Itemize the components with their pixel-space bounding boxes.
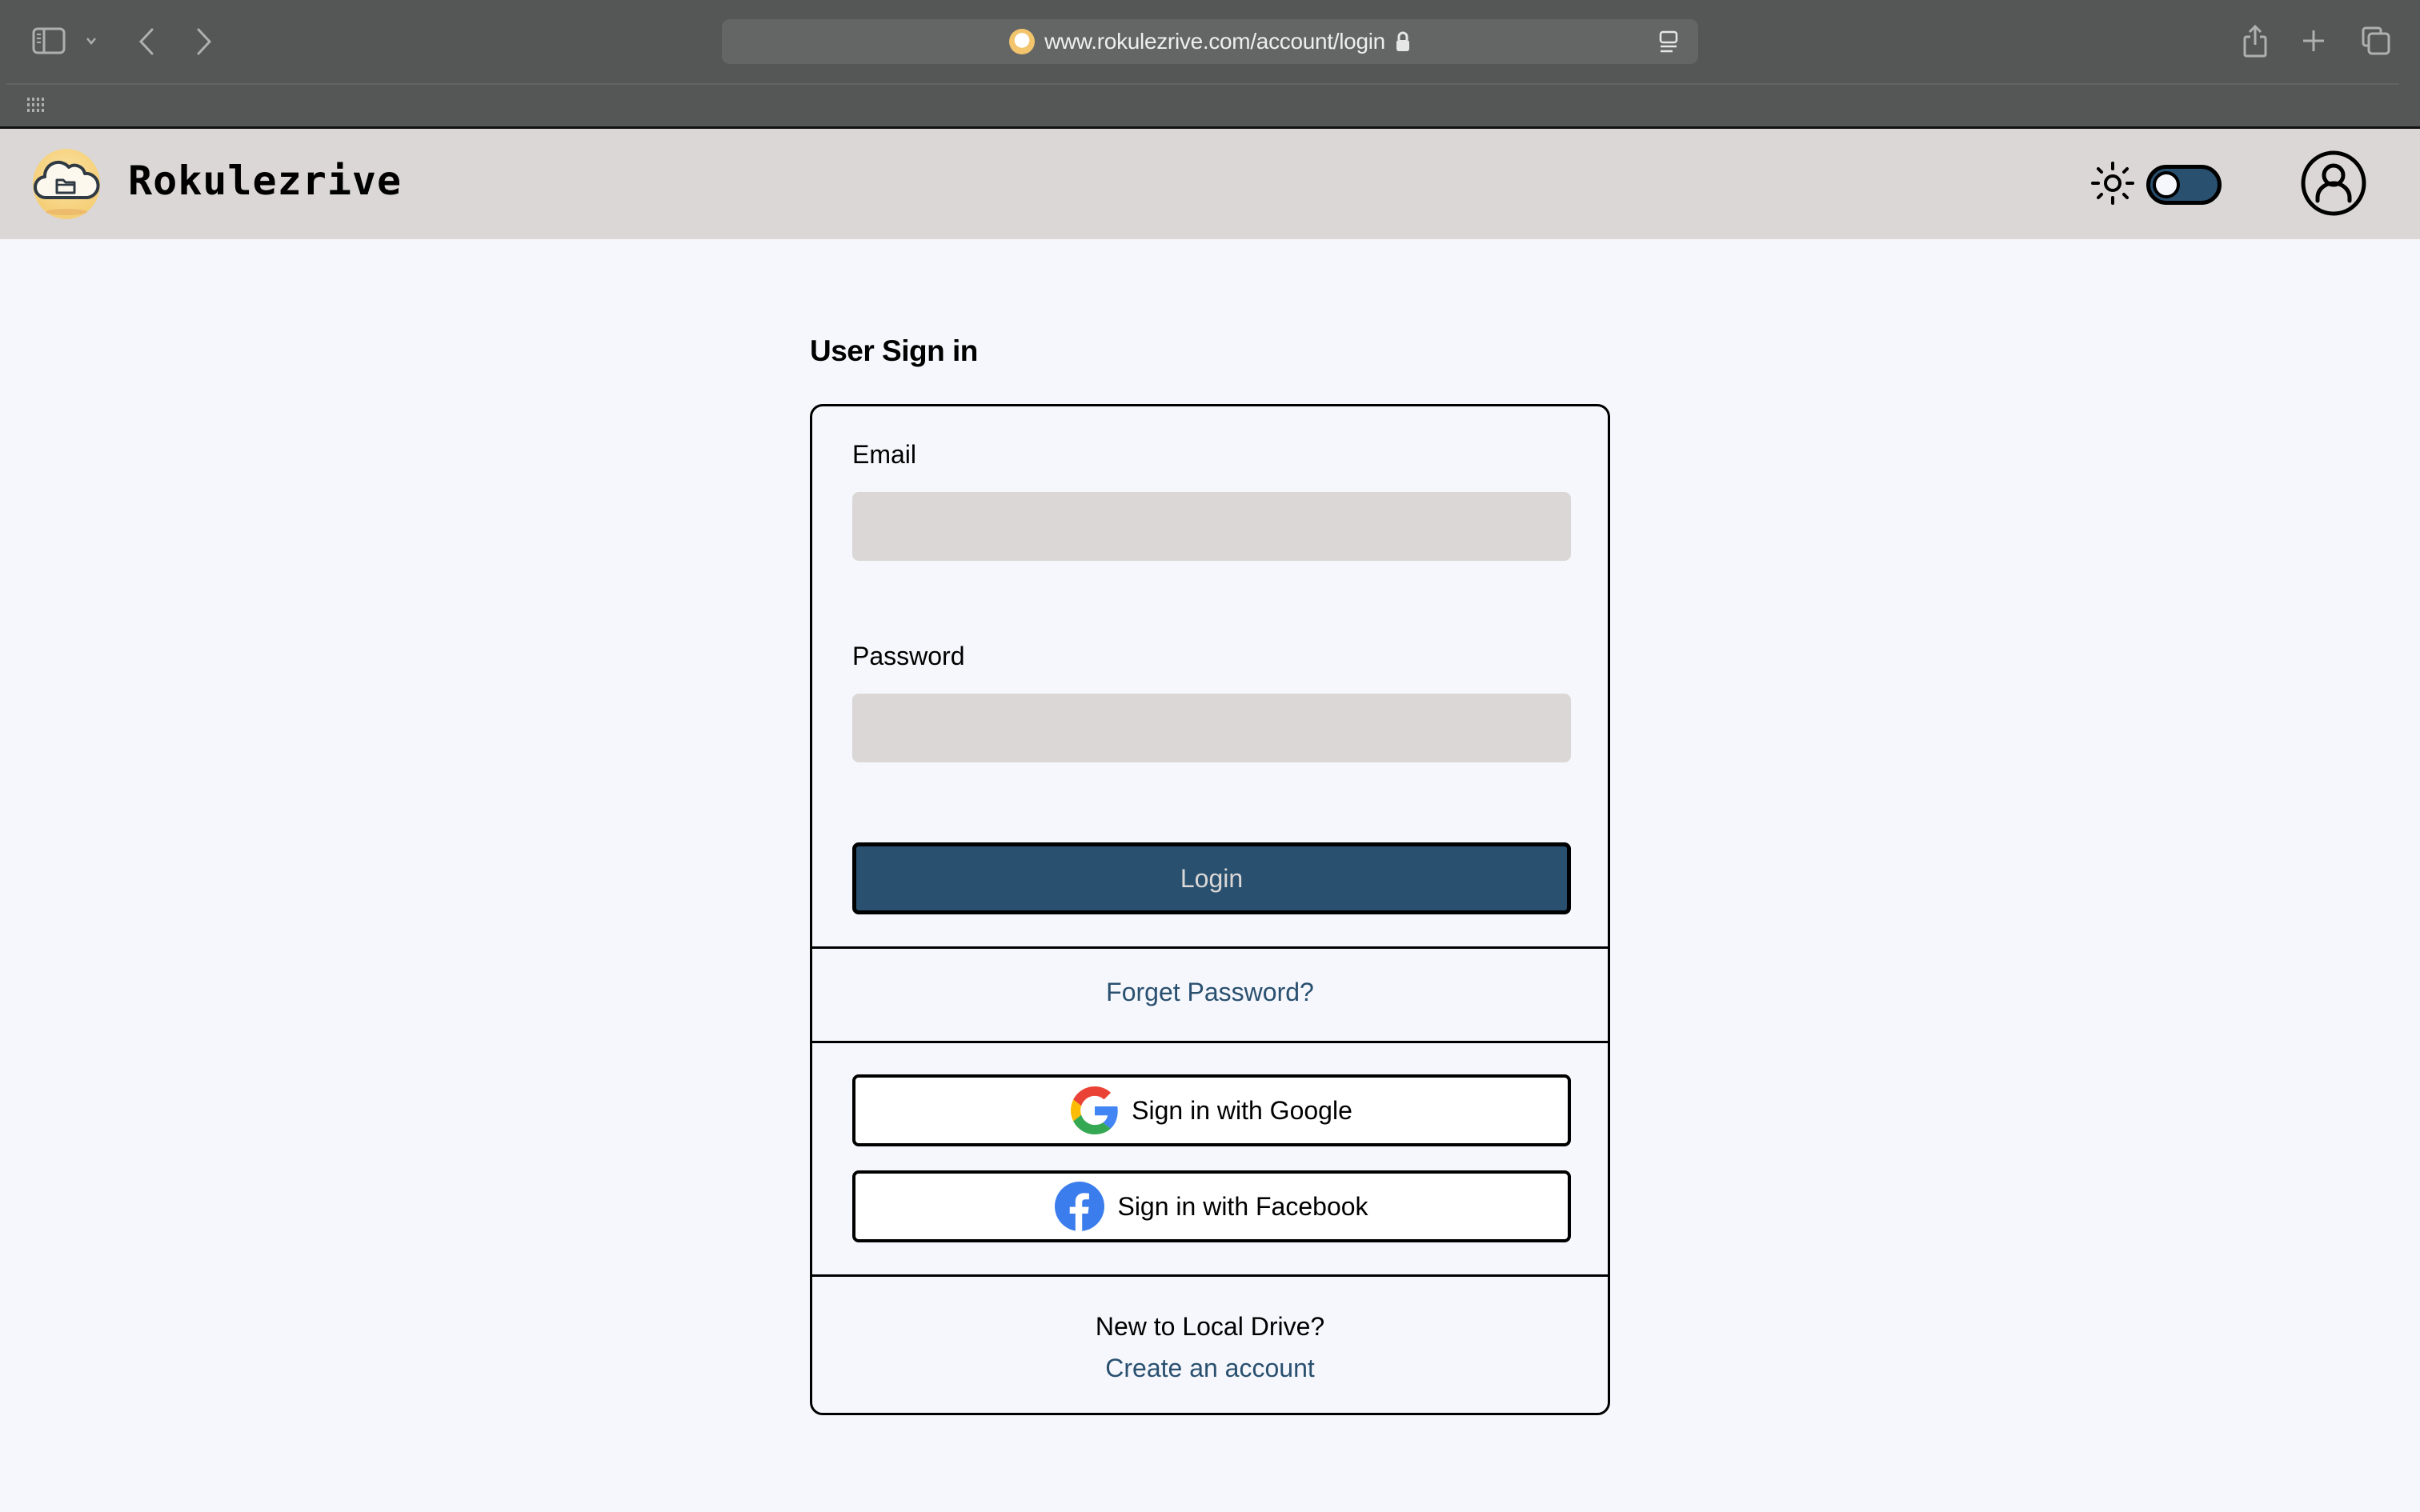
toggle-knob [2153,171,2180,198]
facebook-button-label: Sign in with Facebook [1117,1191,1368,1221]
share-icon[interactable] [2242,24,2268,58]
create-account-link[interactable]: Create an account [812,1354,1608,1383]
facebook-icon [1055,1182,1105,1231]
tab-overview-icon[interactable] [2361,26,2391,56]
email-label: Email [852,440,917,469]
divider [812,946,1608,949]
login-button[interactable]: Login [852,842,1571,914]
app-header: Rokulezrive [0,129,2420,239]
toolbar-divider [6,83,2399,85]
logo-cloud-icon[interactable] [30,148,102,220]
facebook-sign-in-button[interactable]: Sign in with Facebook [852,1170,1571,1242]
apps-grid-icon[interactable] [27,98,46,114]
sun-icon [2091,162,2134,205]
address-bar[interactable]: www.rokulezrive.com/account/login [722,19,1698,64]
chevron-down-icon[interactable] [85,35,98,46]
reader-icon[interactable] [1658,30,1679,54]
google-button-label: Sign in with Google [1132,1095,1352,1125]
user-account-icon[interactable] [2300,150,2367,217]
email-field[interactable] [852,492,1571,561]
google-icon [1071,1086,1118,1134]
page-title: User Sign in [810,334,978,367]
browser-toolbar: www.rokulezrive.com/account/login [0,0,2420,129]
divider [812,1274,1608,1277]
lock-icon [1396,31,1409,51]
forward-icon[interactable] [194,27,214,56]
google-sign-in-button[interactable]: Sign in with Google [852,1074,1571,1146]
sign-in-card: Email Password Login Forget Password? Si… [810,404,1610,1415]
brand-name[interactable]: Rokulezrive [128,158,402,204]
new-tab-icon[interactable] [2302,29,2326,53]
divider [812,1041,1608,1043]
password-field[interactable] [852,694,1571,762]
sidebar-icon[interactable] [32,27,67,54]
new-user-text: New to Local Drive? [1095,1312,1325,1341]
password-label: Password [852,642,965,670]
forgot-password-link[interactable]: Forget Password? [812,978,1608,1007]
url-text[interactable]: www.rokulezrive.com/account/login [1044,29,1385,54]
theme-toggle[interactable] [2146,165,2222,205]
back-icon[interactable] [136,27,157,56]
site-favicon-icon [1009,29,1036,54]
